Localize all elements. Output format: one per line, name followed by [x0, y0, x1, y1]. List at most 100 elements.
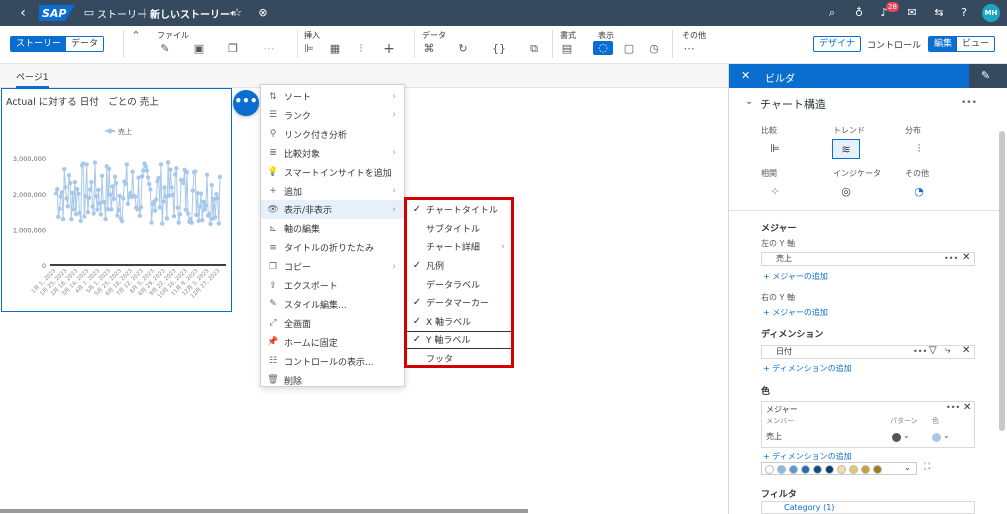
filter-icon[interactable]: ⫶	[352, 42, 370, 56]
share-icon[interactable]: ⇆	[932, 6, 946, 20]
data-point[interactable]	[190, 188, 196, 193]
data-point[interactable]	[93, 194, 99, 199]
data-point[interactable]	[71, 207, 76, 212]
sap-logo[interactable]: SAP	[39, 5, 75, 21]
more-icon[interactable]: ⋯	[680, 42, 698, 55]
data-point[interactable]	[119, 218, 125, 224]
data-point[interactable]	[204, 172, 210, 177]
designer-button[interactable]: デザイナ	[813, 36, 861, 52]
data-point[interactable]	[176, 220, 181, 225]
data-point[interactable]	[159, 221, 165, 226]
view-tab[interactable]: ビュー	[957, 37, 995, 51]
data-point[interactable]	[143, 164, 148, 169]
data-point[interactable]	[85, 210, 91, 215]
data-point[interactable]	[78, 218, 83, 224]
data-point[interactable]	[158, 162, 164, 167]
star-icon[interactable]: ☆	[230, 6, 244, 20]
data-point[interactable]	[67, 180, 73, 186]
data-point[interactable]	[76, 191, 81, 196]
search-icon[interactable]: ⌕	[825, 6, 839, 20]
menu-item[interactable]: + 追加 ›	[261, 182, 404, 201]
data-point[interactable]	[57, 206, 62, 212]
chevron-down-icon[interactable]: ⌄	[903, 431, 910, 440]
edit-icon[interactable]: ✎	[156, 42, 174, 55]
styling-icon[interactable]: ✎	[981, 69, 990, 82]
data-point[interactable]	[145, 175, 151, 180]
data-point[interactable]	[216, 221, 222, 226]
refresh-icon[interactable]: ↻	[454, 42, 472, 55]
data-point[interactable]	[82, 214, 87, 219]
add-measure-link[interactable]: + メジャーの追加	[763, 307, 828, 318]
panel-icon[interactable]: ▢	[620, 42, 638, 55]
data-point[interactable]	[148, 187, 153, 192]
add-dimension-link[interactable]: + ディメンションの追加	[763, 451, 852, 462]
data-point[interactable]	[65, 204, 70, 209]
data-point[interactable]	[106, 166, 112, 172]
menu-item[interactable]: ☰ ランク ›	[261, 106, 404, 125]
data-point[interactable]	[92, 160, 98, 165]
comparison-chart-icon[interactable]: ⊫	[761, 139, 789, 159]
menu-item[interactable]: ❐ コピー ›	[261, 257, 404, 276]
data-point[interactable]	[64, 196, 69, 201]
more-icon[interactable]: •••	[944, 254, 958, 263]
submenu-item[interactable]: チャート詳細 ›	[407, 238, 511, 257]
chevron-down-icon[interactable]: ⌄	[943, 431, 950, 440]
data-point[interactable]	[56, 214, 61, 220]
data-tab[interactable]: データ	[66, 37, 104, 51]
data-point[interactable]	[60, 216, 66, 222]
data-point[interactable]	[69, 217, 74, 222]
data-point[interactable]	[112, 174, 118, 179]
data-point[interactable]	[54, 186, 60, 192]
data-point[interactable]	[66, 173, 72, 178]
data-point[interactable]	[154, 197, 159, 202]
data-point[interactable]	[124, 162, 129, 167]
data-point[interactable]	[217, 174, 223, 180]
filter-field[interactable]: Category (1)	[761, 501, 975, 514]
data-point[interactable]	[200, 217, 205, 223]
data-point[interactable]	[183, 207, 188, 212]
data-point[interactable]	[215, 195, 220, 201]
data-point[interactable]	[138, 204, 144, 210]
data-point[interactable]	[130, 169, 135, 174]
close-icon[interactable]: ✕	[962, 252, 970, 263]
story-tab[interactable]: ストーリー	[11, 37, 67, 51]
data-point[interactable]	[172, 172, 178, 177]
submenu-item[interactable]: データラベル	[407, 275, 511, 294]
story-label[interactable]: ストーリー	[97, 0, 147, 26]
close-circle-icon[interactable]: ⊗	[256, 6, 270, 20]
data-point[interactable]	[86, 195, 92, 201]
data-point[interactable]	[175, 205, 180, 210]
chevron-down-icon[interactable]: ⌄	[745, 96, 753, 107]
table-icon[interactable]: ▦	[326, 42, 344, 55]
data-point[interactable]	[203, 203, 209, 208]
data-point[interactable]	[62, 167, 67, 172]
save-icon[interactable]: ▣	[190, 42, 208, 55]
control-button[interactable]: コントロール	[867, 38, 921, 51]
data-point[interactable]	[207, 211, 212, 216]
vertical-scrollbar[interactable]	[999, 131, 1005, 431]
close-icon[interactable]: ✕	[963, 402, 971, 413]
filter-item[interactable]: Category (1)	[784, 503, 834, 512]
back-icon[interactable]: ‹	[16, 6, 30, 20]
menu-item[interactable]: ⤢ 全画面	[261, 314, 404, 333]
data-point[interactable]	[90, 204, 95, 209]
submenu-item[interactable]: ✓ Y 軸ラベル	[407, 330, 511, 350]
collapse-icon[interactable]: ⌃	[127, 29, 145, 42]
data-point[interactable]	[89, 179, 94, 185]
data-point[interactable]	[213, 215, 218, 220]
data-point[interactable]	[201, 199, 206, 205]
data-point[interactable]	[165, 160, 171, 165]
chart-widget[interactable]: Actual に対する 日付 ごとの 売上 売上 3,000,000 2,000,…	[1, 88, 232, 312]
edit-tab[interactable]: 編集	[929, 37, 958, 51]
data-point[interactable]	[202, 207, 207, 212]
data-point[interactable]	[95, 207, 100, 212]
more-icon[interactable]: •••	[913, 347, 927, 356]
indicator-chart-icon[interactable]: ◎	[832, 182, 860, 202]
data-point[interactable]	[161, 199, 166, 204]
submenu-item[interactable]: ✓ データマーカー	[407, 294, 511, 313]
data-point[interactable]	[152, 208, 158, 213]
data-point[interactable]	[121, 196, 126, 201]
color-palette-select[interactable]: ⌄	[761, 462, 917, 475]
distribution-chart-icon[interactable]: ⫶	[905, 139, 933, 159]
data-point[interactable]	[108, 192, 113, 197]
